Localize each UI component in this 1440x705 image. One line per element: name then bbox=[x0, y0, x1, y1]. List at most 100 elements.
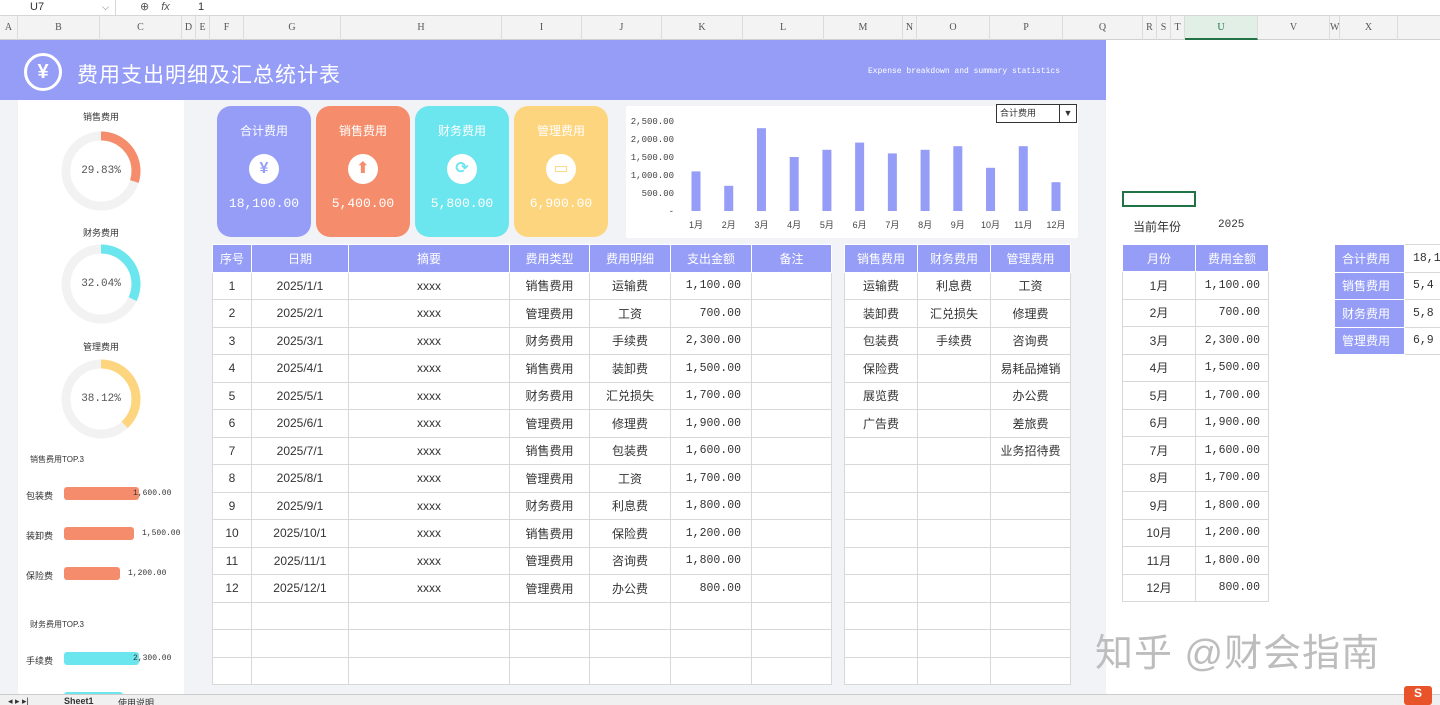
table-cell[interactable]: 1,500.00 bbox=[670, 354, 752, 383]
table-cell[interactable] bbox=[751, 326, 832, 355]
table-cell[interactable]: 汇兑损失 bbox=[589, 381, 671, 410]
table-cell[interactable]: 财务费用 bbox=[509, 326, 590, 355]
table-cell[interactable] bbox=[751, 574, 832, 603]
table-cell[interactable] bbox=[917, 354, 991, 383]
table-cell[interactable]: 运输费 bbox=[844, 271, 918, 300]
table-cell[interactable]: 咨询费 bbox=[589, 546, 671, 575]
table-cell[interactable]: 财务费用 bbox=[509, 381, 590, 410]
table-cell[interactable]: 4 bbox=[212, 354, 252, 383]
chart-type-dropdown[interactable]: 合计费用 ▼ bbox=[996, 104, 1077, 123]
column-header-l[interactable]: L bbox=[743, 16, 824, 40]
column-header-p[interactable]: P bbox=[990, 16, 1063, 40]
table-cell[interactable] bbox=[751, 629, 832, 658]
table-cell[interactable]: 5月 bbox=[1122, 381, 1196, 410]
table-cell[interactable]: 办公费 bbox=[589, 574, 671, 603]
kpi-card-2[interactable]: 销售费用 ⬆ 5,400.00 bbox=[316, 106, 410, 237]
table-cell[interactable]: 管理费用 bbox=[509, 574, 590, 603]
table-cell[interactable] bbox=[751, 299, 832, 328]
table-cell[interactable]: 2025/2/1 bbox=[251, 299, 349, 328]
table-cell[interactable]: 手续费 bbox=[589, 326, 671, 355]
table-cell[interactable]: 1,800.00 bbox=[670, 546, 752, 575]
table-cell[interactable]: 销售费用 bbox=[509, 519, 590, 548]
table-cell[interactable] bbox=[844, 519, 918, 548]
table-cell[interactable]: xxxx bbox=[348, 436, 510, 465]
table-cell[interactable] bbox=[917, 656, 991, 685]
column-header-r[interactable]: R bbox=[1143, 16, 1157, 40]
column-header[interactable]: 备注 bbox=[751, 244, 832, 273]
table-cell[interactable]: 1,900.00 bbox=[670, 409, 752, 438]
table-cell[interactable]: 1,800.00 bbox=[670, 491, 752, 520]
column-header-o[interactable]: O bbox=[917, 16, 990, 40]
table-cell[interactable] bbox=[751, 519, 832, 548]
fx-button[interactable]: fx bbox=[161, 1, 170, 13]
table-cell[interactable]: 9月 bbox=[1122, 491, 1196, 520]
summary-value[interactable]: 6,9 bbox=[1404, 326, 1440, 355]
chevron-down-icon[interactable]: ⌵ bbox=[102, 0, 109, 15]
column-header-i[interactable]: I bbox=[502, 16, 582, 40]
table-cell[interactable] bbox=[844, 656, 918, 685]
table-cell[interactable]: 1月 bbox=[1122, 271, 1196, 300]
table-cell[interactable]: 销售费用 bbox=[509, 436, 590, 465]
table-cell[interactable]: 11月 bbox=[1122, 546, 1196, 575]
table-cell[interactable] bbox=[751, 491, 832, 520]
table-cell[interactable]: 保险费 bbox=[589, 519, 671, 548]
ime-badge-icon[interactable]: S bbox=[1404, 686, 1432, 705]
table-cell[interactable] bbox=[212, 656, 252, 685]
table-cell[interactable] bbox=[751, 271, 832, 300]
table-cell[interactable]: 700.00 bbox=[1195, 298, 1269, 327]
table-cell[interactable]: 管理费用 bbox=[509, 299, 590, 328]
table-cell[interactable]: xxxx bbox=[348, 464, 510, 493]
table-cell[interactable]: 工资 bbox=[990, 271, 1071, 300]
table-cell[interactable]: 装卸费 bbox=[589, 354, 671, 383]
table-cell[interactable]: 包装费 bbox=[844, 326, 918, 355]
table-cell[interactable] bbox=[509, 656, 590, 685]
table-cell[interactable]: 1,800.00 bbox=[1195, 491, 1269, 520]
column-header[interactable]: 费用类型 bbox=[509, 244, 590, 273]
column-header[interactable]: 费用明细 bbox=[589, 244, 671, 273]
table-cell[interactable] bbox=[917, 601, 991, 630]
table-cell[interactable] bbox=[751, 464, 832, 493]
nav-arrows-icon[interactable]: ◂ ▸ ▸| bbox=[8, 696, 29, 705]
table-cell[interactable]: 1,200.00 bbox=[670, 519, 752, 548]
table-cell[interactable] bbox=[990, 464, 1071, 493]
table-cell[interactable]: 保险费 bbox=[844, 354, 918, 383]
column-header-t[interactable]: T bbox=[1171, 16, 1185, 40]
magnifier-icon[interactable]: ⊕ bbox=[140, 1, 149, 13]
column-header[interactable]: 费用金额 bbox=[1195, 244, 1269, 272]
column-header[interactable]: 序号 bbox=[212, 244, 252, 273]
dropdown-arrow-icon[interactable]: ▼ bbox=[1059, 105, 1076, 122]
table-cell[interactable]: 700.00 bbox=[670, 299, 752, 328]
column-header-v[interactable]: V bbox=[1258, 16, 1330, 40]
table-cell[interactable]: 1,700.00 bbox=[670, 464, 752, 493]
table-cell[interactable]: 修理费 bbox=[589, 409, 671, 438]
table-cell[interactable]: 2月 bbox=[1122, 298, 1196, 327]
table-cell[interactable] bbox=[670, 656, 752, 685]
table-cell[interactable] bbox=[348, 601, 510, 630]
table-cell[interactable]: 咨询费 bbox=[990, 326, 1071, 355]
table-cell[interactable] bbox=[990, 656, 1071, 685]
sheet-tab-1[interactable]: Sheet1 bbox=[64, 696, 94, 705]
table-cell[interactable] bbox=[212, 601, 252, 630]
table-cell[interactable]: 10 bbox=[212, 519, 252, 548]
column-header[interactable]: 日期 bbox=[251, 244, 349, 273]
column-header-b[interactable]: B bbox=[18, 16, 100, 40]
table-cell[interactable]: 2025/4/1 bbox=[251, 354, 349, 383]
table-cell[interactable] bbox=[917, 409, 991, 438]
table-cell[interactable]: 1,900.00 bbox=[1195, 408, 1269, 437]
column-header-h[interactable]: H bbox=[341, 16, 502, 40]
table-cell[interactable]: 6月 bbox=[1122, 408, 1196, 437]
table-cell[interactable] bbox=[589, 601, 671, 630]
table-cell[interactable]: 2,300.00 bbox=[670, 326, 752, 355]
table-cell[interactable]: 1,700.00 bbox=[670, 381, 752, 410]
table-cell[interactable] bbox=[670, 629, 752, 658]
table-cell[interactable] bbox=[844, 464, 918, 493]
table-cell[interactable]: 工资 bbox=[589, 299, 671, 328]
table-cell[interactable] bbox=[509, 601, 590, 630]
table-cell[interactable]: 包装费 bbox=[589, 436, 671, 465]
table-cell[interactable]: 8 bbox=[212, 464, 252, 493]
selected-cell[interactable] bbox=[1122, 191, 1196, 207]
table-cell[interactable]: xxxx bbox=[348, 409, 510, 438]
table-cell[interactable]: 办公费 bbox=[990, 381, 1071, 410]
table-cell[interactable] bbox=[589, 656, 671, 685]
column-header-e[interactable]: E bbox=[196, 16, 210, 40]
